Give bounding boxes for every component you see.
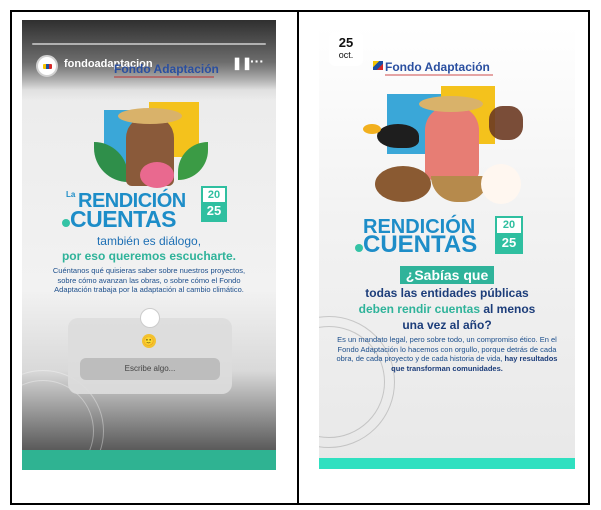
- table-divider: [297, 10, 299, 505]
- emoji-icon: 🙂: [142, 334, 156, 348]
- sabias-text: ¿Sabías que: [399, 266, 495, 284]
- question-sticker-avatar: [140, 308, 160, 328]
- title-dot: [355, 244, 363, 252]
- headline-line-2: deben rendir cuentas al menos: [319, 302, 575, 316]
- headline-line-1: todas las entidades públicas: [365, 286, 529, 300]
- table-border-left: [10, 10, 12, 505]
- year-badge-bottom: 25: [203, 202, 225, 220]
- year-badge: 20 25: [201, 186, 227, 222]
- hero-illustration: [94, 102, 208, 194]
- title-dot: [62, 219, 70, 227]
- date-badge: 25 oct.: [329, 32, 363, 66]
- instagram-story-1: fondoadaptacion Fondo Adaptación ❚❚ ··· …: [22, 20, 276, 470]
- account-avatar[interactable]: [36, 55, 58, 77]
- brand-logo-underline: [385, 74, 493, 76]
- story-progress-bar: [32, 43, 266, 45]
- year-badge: 20 25: [495, 216, 523, 254]
- title-cuentas: CUENTAS: [70, 206, 176, 232]
- story-body-text: Cuéntanos qué quisieras saber sobre nues…: [52, 266, 246, 294]
- flag-icon: [373, 61, 383, 70]
- table-border-bottom: [10, 503, 590, 505]
- sabias-highlight: ¿Sabías que: [319, 266, 575, 285]
- headline-line-3: una vez al año?: [402, 318, 492, 332]
- brand-logo-text: Fondo Adaptación: [385, 60, 490, 74]
- story-footer-bar: [22, 450, 276, 470]
- instagram-story-2: 25 oct. Fondo Adaptación RENDICIÓN CUENT…: [319, 26, 575, 469]
- brand-logo-underline: [114, 76, 214, 78]
- table-border-top: [10, 10, 590, 12]
- story-footer-bar: [319, 458, 575, 469]
- year-badge-top: 20: [207, 189, 221, 201]
- headline-rest: al menos: [480, 302, 536, 316]
- subtitle-escucharte: por eso queremos escucharte.: [61, 249, 237, 263]
- brand-logo-text: Fondo Adaptación: [114, 62, 219, 76]
- story-body-text: Es un mandato legal, pero sobre todo, un…: [329, 335, 565, 373]
- date-month: oct.: [338, 50, 354, 60]
- question-sticker[interactable]: 🙂 Escribe algo...: [68, 308, 232, 394]
- year-badge-bottom: 25: [497, 233, 521, 252]
- hero-illustration: [363, 86, 533, 214]
- date-day: 25: [338, 35, 354, 50]
- year-badge-top: 20: [502, 219, 516, 231]
- title-cuentas: CUENTAS: [363, 231, 478, 258]
- table-border-right: [588, 10, 590, 505]
- more-icon[interactable]: ···: [250, 53, 264, 69]
- subtitle-dialogo: también es diálogo,: [96, 234, 202, 248]
- question-input[interactable]: Escribe algo...: [80, 358, 220, 380]
- story-header-gradient: [22, 20, 276, 90]
- headline-highlight: deben rendir cuentas: [358, 302, 480, 316]
- title-article: La: [66, 190, 76, 199]
